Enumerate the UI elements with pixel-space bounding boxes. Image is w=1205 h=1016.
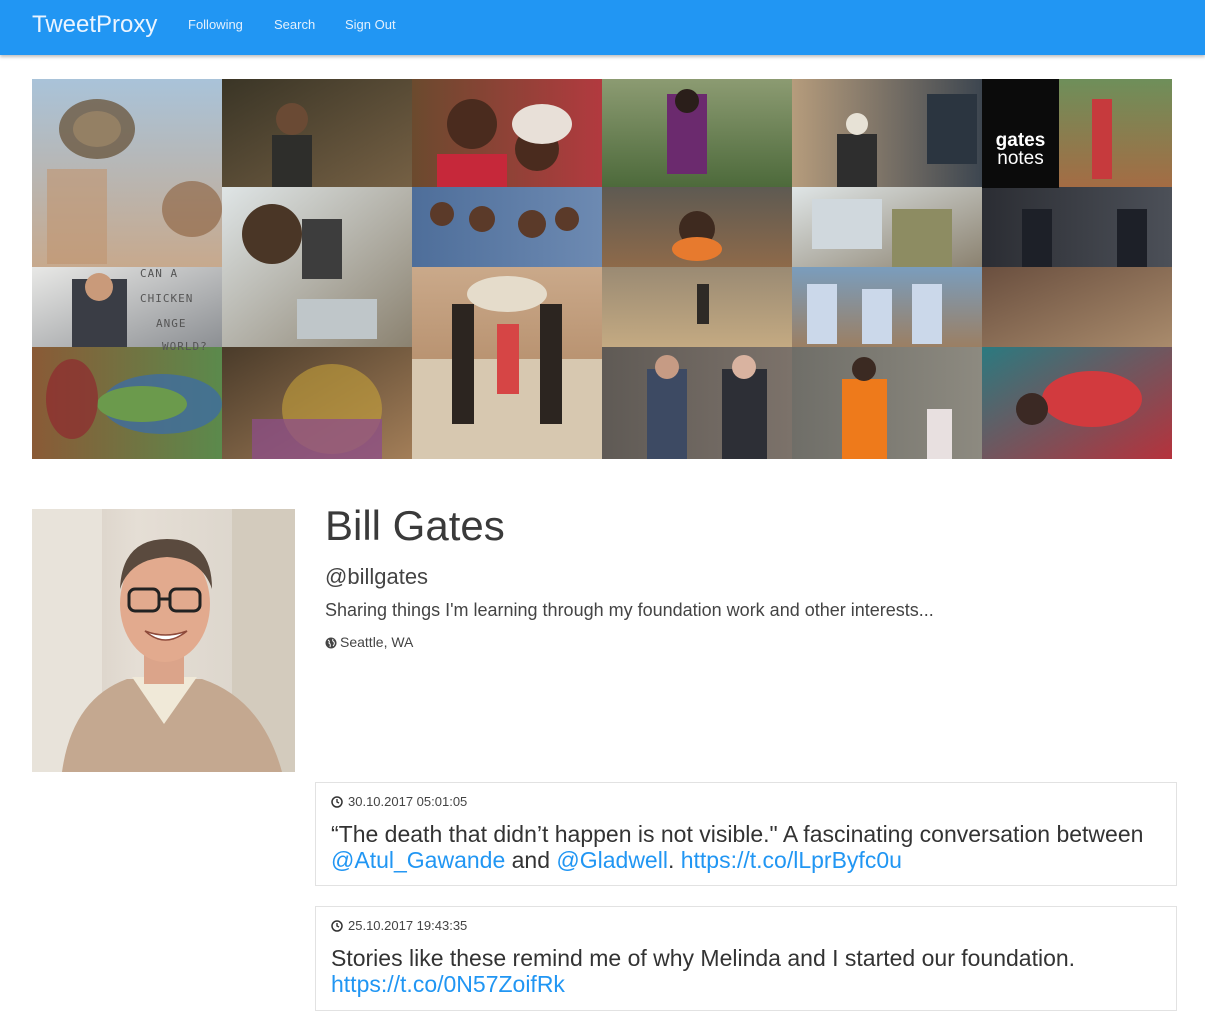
tweet-card: 30.10.2017 05:01:05 “The death that didn… — [315, 782, 1177, 886]
tweet-text: “The death that didn’t happen is not vis… — [331, 821, 1156, 873]
profile-name: Bill Gates — [325, 502, 505, 549]
tweet-text-segment: and — [505, 847, 557, 873]
tweet-text-segment: Stories like these remind me of why Meli… — [331, 945, 1076, 971]
banner-text-line: CHICKEN — [140, 292, 194, 305]
nav-search-link[interactable]: Search — [274, 17, 315, 32]
clock-icon — [331, 796, 343, 808]
banner-text-line: CAN A — [140, 267, 179, 280]
profile-location: Seattle, WA — [325, 634, 413, 650]
banner-text-line: WORLD? — [162, 340, 208, 353]
tweet-time: 25.10.2017 19:43:35 — [331, 918, 467, 933]
tweet-text-segment: . — [667, 847, 681, 873]
nav-following-link[interactable]: Following — [188, 17, 243, 32]
tweet-timestamp: 30.10.2017 05:01:05 — [348, 794, 468, 809]
mention-link[interactable]: @Atul_Gawande — [331, 847, 505, 873]
avatar — [32, 509, 295, 772]
gates-notes-logo: gates notes — [982, 79, 1059, 188]
clock-icon — [331, 920, 343, 932]
tweet-timestamp: 25.10.2017 19:43:35 — [348, 918, 468, 933]
tweet-text: Stories like these remind me of why Meli… — [331, 945, 1156, 997]
globe-icon — [325, 637, 337, 649]
location-text: Seattle, WA — [340, 634, 414, 650]
tweet-time: 30.10.2017 05:01:05 — [331, 794, 467, 809]
profile-handle: @billgates — [325, 564, 429, 589]
tweet-card: 25.10.2017 19:43:35 Stories like these r… — [315, 906, 1177, 1011]
tweet-url-link[interactable]: https://t.co/lLprByfc0u — [681, 847, 902, 873]
avatar-image — [32, 509, 295, 772]
tweet-text-segment: “The death that didn’t happen is not vis… — [331, 821, 1144, 847]
nav-signout-link[interactable]: Sign Out — [345, 17, 396, 32]
mention-link[interactable]: @Gladwell — [556, 847, 668, 873]
profile-bio: Sharing things I'm learning through my f… — [325, 600, 934, 620]
banner-text-line: ANGE — [156, 317, 187, 330]
tweet-url-link[interactable]: https://t.co/0N57ZoifRk — [331, 971, 565, 997]
brand-link[interactable]: TweetProxy — [32, 11, 157, 39]
navbar: TweetProxy Following Search Sign Out — [0, 0, 1205, 55]
